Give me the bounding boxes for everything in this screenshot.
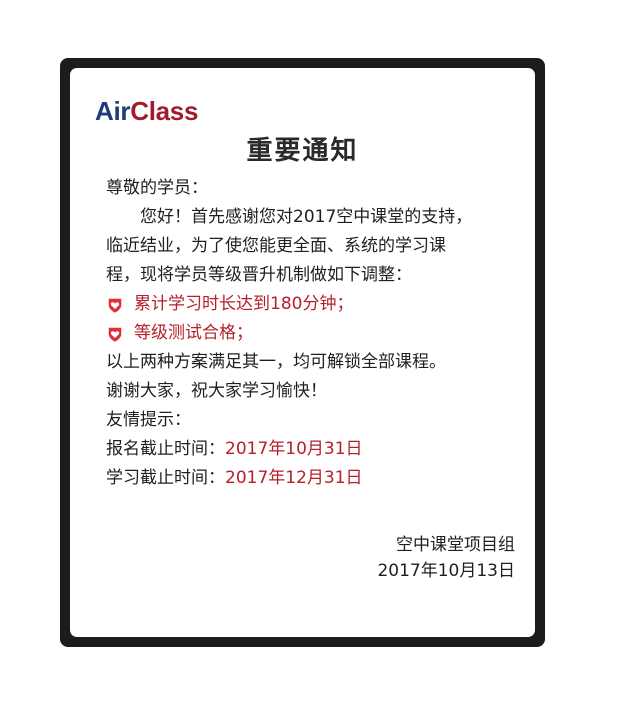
logo-part-air: Air (95, 96, 131, 126)
signature-org: 空中课堂项目组 (396, 535, 515, 555)
signature: 空中课堂项目组 2017年10月13日 (377, 532, 515, 584)
airclass-logo: AirClass (95, 96, 198, 126)
deadline-registration: 报名截止时间：2017年10月31日 (106, 435, 515, 464)
condition-text-2: 等级测试合格； (134, 323, 253, 343)
signature-date: 2017年10月13日 (377, 561, 515, 581)
greeting: 尊敬的学员： (106, 178, 208, 198)
after-line-2: 谢谢大家，祝大家学习愉快！ (106, 381, 327, 401)
heart-shield-icon (108, 298, 122, 313)
logo-part-class: Class (130, 96, 199, 126)
condition-text-1: 累计学习时长达到180分钟； (134, 294, 354, 314)
notice-frame: AirClass 重要通知 尊敬的学员： 您好！首先感谢您对2017空中课堂的支… (60, 58, 545, 647)
paragraph-line-3: 程，现将学员等级晋升机制做如下调整： (106, 265, 412, 285)
notice-title: 重要通知 (246, 136, 359, 166)
condition-item-1: 累计学习时长达到180分钟； (106, 290, 515, 319)
deadline-date: 2017年12月31日 (225, 468, 363, 488)
paragraph-line-2: 临近结业，为了使您能更全面、系统的学习课 (106, 236, 446, 256)
after-line-1: 以上两种方案满足其一，均可解锁全部课程。 (106, 352, 446, 372)
condition-item-2: 等级测试合格； (106, 319, 515, 348)
paragraph-line-1: 您好！首先感谢您对2017空中课堂的支持， (140, 207, 473, 227)
deadline-label: 报名截止时间： (106, 439, 225, 459)
heart-shield-icon (108, 327, 122, 342)
after-line-3: 友情提示： (106, 410, 191, 430)
notice-card: AirClass 重要通知 尊敬的学员： 您好！首先感谢您对2017空中课堂的支… (70, 68, 535, 637)
deadline-date: 2017年10月31日 (225, 439, 363, 459)
deadline-study: 学习截止时间：2017年12月31日 (106, 464, 515, 493)
notice-body: 尊敬的学员： 您好！首先感谢您对2017空中课堂的支持， 临近结业，为了使您能更… (106, 174, 515, 493)
deadline-label: 学习截止时间： (106, 468, 225, 488)
